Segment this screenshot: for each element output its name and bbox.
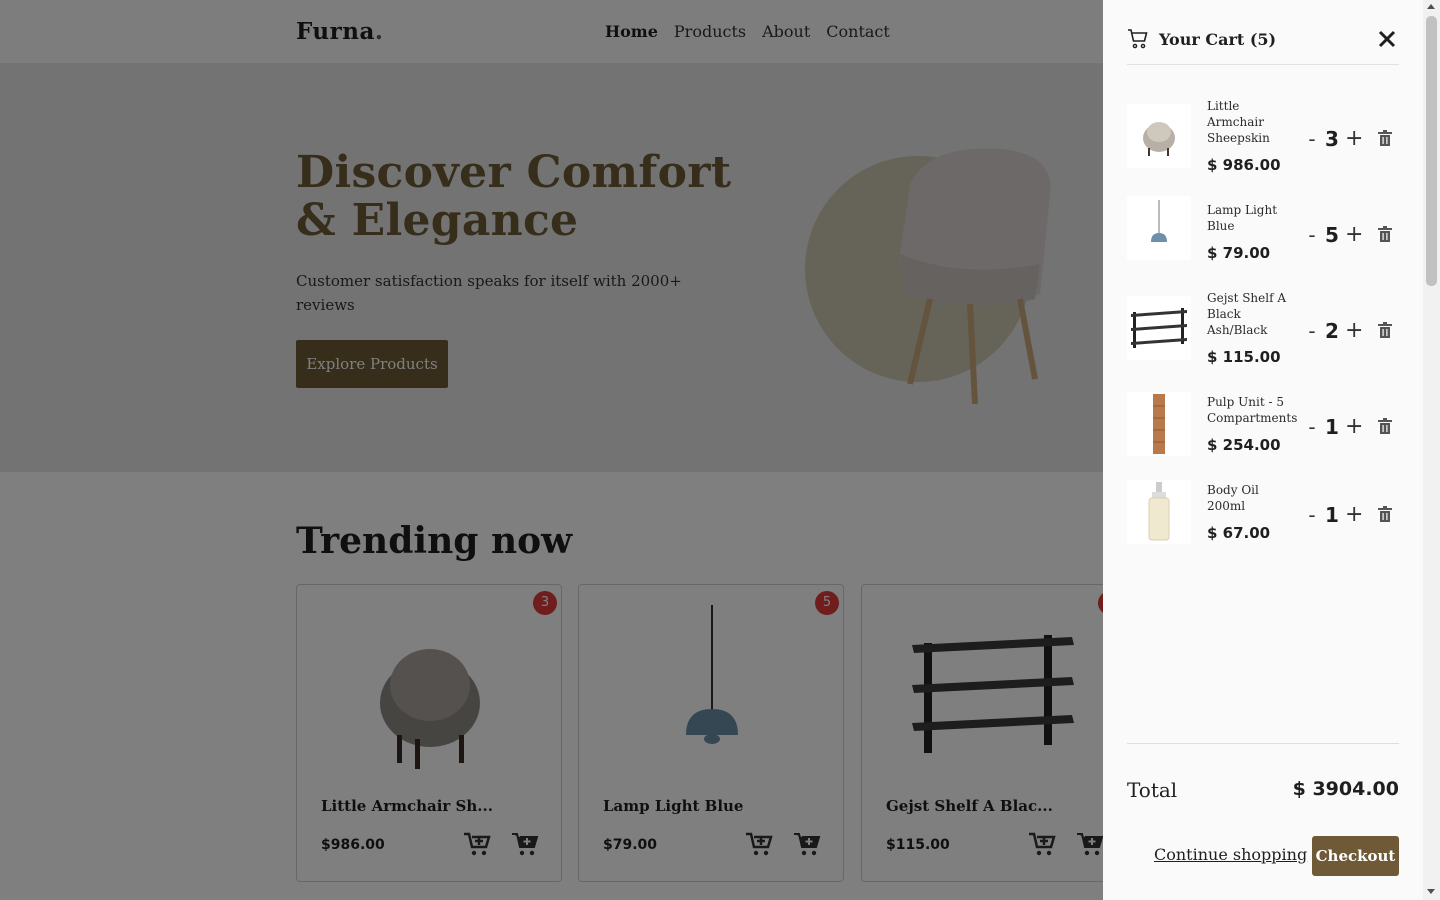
cart-item: Little Armchair Sheepskin $ 986.00 - 3 + [1127, 98, 1399, 178]
cart-item: Lamp Light Blue $ 79.00 - 5 + [1127, 196, 1399, 266]
cart-item-price: $ 986.00 [1207, 156, 1281, 174]
scroll-down-arrow[interactable] [1427, 889, 1435, 894]
cart-drawer: Your Cart (5) Little Armchair Sheepskin … [1103, 0, 1423, 900]
cart-item-image [1127, 296, 1191, 360]
decrease-qty-button[interactable]: - [1305, 127, 1319, 151]
cart-item-name: Little Armchair Sheepskin [1207, 99, 1270, 145]
scrollbar-thumb[interactable] [1426, 16, 1437, 286]
cart-item: Body Oil 200ml $ 67.00 - 1 + [1127, 480, 1399, 546]
cart-item-image [1127, 392, 1191, 456]
close-icon[interactable] [1375, 27, 1399, 51]
trash-icon[interactable] [1377, 505, 1393, 523]
increase-qty-button[interactable]: + [1345, 502, 1363, 527]
cart-icon [1128, 29, 1148, 49]
page-scrollbar[interactable] [1423, 0, 1440, 900]
cart-item-name: Lamp Light Blue [1207, 203, 1278, 233]
decrease-qty-button[interactable]: - [1305, 415, 1319, 439]
increase-qty-button[interactable]: + [1345, 222, 1363, 247]
cart-item: Gejst Shelf A Black Ash/Black $ 115.00 -… [1127, 290, 1399, 370]
quantity-value: 1 [1325, 502, 1339, 527]
cart-item-price: $ 115.00 [1207, 348, 1281, 366]
trash-icon[interactable] [1377, 225, 1393, 243]
cart-item-name: Gejst Shelf A Black Ash/Black [1207, 291, 1287, 337]
cart-item-name: Pulp Unit - 5 Compartments [1207, 395, 1298, 425]
cart-item-price: $ 79.00 [1207, 244, 1271, 262]
quantity-stepper: - 3 + [1305, 126, 1363, 151]
total-label: Total [1127, 778, 1178, 802]
increase-qty-button[interactable]: + [1345, 126, 1363, 151]
increase-qty-button[interactable]: + [1345, 318, 1363, 343]
quantity-stepper: - 2 + [1305, 318, 1363, 343]
trash-icon[interactable] [1377, 321, 1393, 339]
quantity-value: 2 [1325, 318, 1339, 343]
cart-item: Pulp Unit - 5 Compartments $ 254.00 - 1 … [1127, 392, 1399, 458]
continue-shopping-link[interactable]: Continue shopping [1154, 845, 1307, 864]
quantity-value: 3 [1325, 126, 1339, 151]
cart-item-name: Body Oil 200ml [1207, 483, 1259, 513]
increase-qty-button[interactable]: + [1345, 414, 1363, 439]
quantity-stepper: - 1 + [1305, 502, 1363, 527]
trash-icon[interactable] [1377, 129, 1393, 147]
quantity-value: 1 [1325, 414, 1339, 439]
cart-header: Your Cart (5) [1127, 24, 1399, 65]
decrease-qty-button[interactable]: - [1305, 319, 1319, 343]
cart-item-price: $ 67.00 [1207, 524, 1271, 542]
decrease-qty-button[interactable]: - [1305, 503, 1319, 527]
cart-item-image [1127, 480, 1191, 544]
cart-title: Your Cart (5) [1159, 30, 1277, 49]
total-divider [1127, 743, 1399, 744]
cart-item-image [1127, 196, 1191, 260]
quantity-value: 5 [1325, 222, 1339, 247]
quantity-stepper: - 5 + [1305, 222, 1363, 247]
decrease-qty-button[interactable]: - [1305, 223, 1319, 247]
checkout-button[interactable]: Checkout [1312, 836, 1399, 876]
quantity-stepper: - 1 + [1305, 414, 1363, 439]
trash-icon[interactable] [1377, 417, 1393, 435]
cart-item-price: $ 254.00 [1207, 436, 1281, 454]
total-value: $ 3904.00 [1292, 778, 1399, 800]
scroll-up-arrow[interactable] [1427, 4, 1435, 9]
cart-item-image [1127, 104, 1191, 168]
